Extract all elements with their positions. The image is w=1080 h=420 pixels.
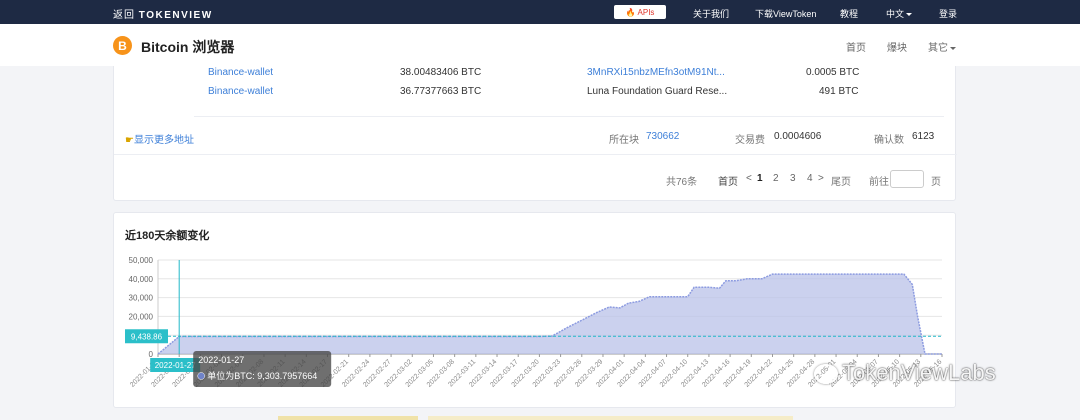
apis-button[interactable]: 🔥 APIs — [614, 5, 666, 19]
about-link[interactable]: 关于我们 — [693, 7, 729, 20]
nav-other-dropdown[interactable]: 其它 — [928, 39, 956, 54]
to-amount: 491 BTC — [819, 86, 859, 97]
watermark-text: TokenViewLabs — [842, 360, 996, 385]
page-title: Bitcoin 浏览器 — [141, 39, 235, 55]
confirmations-value: 6123 — [912, 131, 935, 142]
divider — [114, 154, 957, 155]
fee-value: 0.0004606 — [774, 131, 822, 142]
wechat-icon — [814, 364, 838, 385]
to-amount: 0.0005 BTC — [806, 67, 860, 78]
download-viewtoken-link[interactable]: 下载ViewToken — [755, 7, 816, 20]
site-header: B Bitcoin 浏览器 首页 爆块 其它 — [0, 24, 1080, 66]
y-tick-label: 30,000 — [129, 294, 154, 303]
y-tick-label: 20,000 — [129, 312, 154, 321]
page-2-button[interactable]: 2 — [773, 173, 779, 184]
bottom-banner-hint — [428, 416, 793, 420]
page-number-input[interactable] — [890, 170, 924, 188]
page-unit-label: 页 — [931, 177, 941, 188]
tokenview-logo: TOKENVIEW — [138, 10, 213, 21]
y-tick-label: 0 — [149, 350, 154, 359]
transaction-card: Binance-wallet 38.00483406 BTC 3MnRXi15n… — [113, 66, 957, 201]
confirmations-label: 确认数 — [874, 135, 904, 146]
tooltip-date: 2022-01-27 — [198, 355, 244, 365]
login-link[interactable]: 登录 — [939, 7, 957, 20]
chevron-down-icon — [906, 13, 913, 17]
page-4-button[interactable]: 4 — [807, 173, 813, 184]
balance-area — [158, 274, 942, 354]
top-bar: 返回 TOKENVIEW 🔥 APIs 关于我们 下载ViewToken 教程 … — [0, 0, 1080, 24]
from-address-link[interactable]: Binance-wallet — [208, 86, 273, 97]
fee-label: 交易费 — [735, 135, 765, 146]
pointing-hand-icon: ☛ — [125, 135, 134, 146]
watermark: TokenViewLabs — [814, 360, 996, 386]
bottom-banner-hint — [278, 416, 418, 420]
crosshair-x-label: 2022-01-27 — [155, 361, 196, 370]
y-tick-label: 40,000 — [129, 275, 154, 284]
to-address-link[interactable]: 3MnRXi15nbzMEfn3otM91Nt... — [587, 67, 725, 78]
total-count: 共76条 — [666, 177, 698, 188]
from-address-link[interactable]: Binance-wallet — [208, 67, 273, 78]
language-label: 中文 — [886, 9, 905, 19]
block-height-link[interactable]: 730662 — [646, 131, 679, 142]
page-3-button[interactable]: 3 — [790, 173, 796, 184]
tutorial-link[interactable]: 教程 — [840, 7, 858, 20]
nav-home[interactable]: 首页 — [846, 39, 866, 54]
prev-page-button[interactable]: < — [746, 173, 752, 184]
nav-other-label: 其它 — [928, 43, 948, 54]
tooltip-value: 单位为BTC: 9,303.7957664 — [207, 370, 317, 381]
bitcoin-logo-icon: B — [113, 36, 132, 55]
from-amount: 36.77377663 BTC — [400, 86, 482, 97]
back-to-tokenview-link[interactable]: 返回 TOKENVIEW — [113, 6, 213, 21]
from-amount: 38.00483406 BTC — [400, 67, 482, 78]
back-label: 返回 — [113, 10, 135, 21]
nav-blocks[interactable]: 爆块 — [887, 39, 907, 54]
language-select[interactable]: 中文 — [886, 7, 913, 20]
chevron-down-icon — [950, 46, 956, 50]
show-more-label: 显示更多地址 — [133, 135, 194, 146]
page-1-button[interactable]: 1 — [757, 173, 763, 184]
tooltip-series-marker — [197, 372, 205, 380]
last-page-button[interactable]: 尾页 — [831, 173, 851, 188]
divider — [194, 116, 944, 117]
crosshair-y-label: 9,438.86 — [131, 332, 163, 341]
fire-icon: 🔥 — [625, 7, 636, 17]
goto-label: 前往 — [869, 177, 889, 188]
apis-label: APIs — [637, 7, 655, 17]
next-page-button[interactable]: > — [818, 173, 824, 184]
show-more-addresses-link[interactable]: ☛显示更多地址 — [125, 131, 194, 146]
block-label: 所在块 — [609, 135, 639, 146]
y-tick-label: 50,000 — [129, 256, 154, 265]
to-address-label: Luna Foundation Guard Rese... — [587, 86, 728, 97]
first-page-button[interactable]: 首页 — [718, 173, 738, 188]
